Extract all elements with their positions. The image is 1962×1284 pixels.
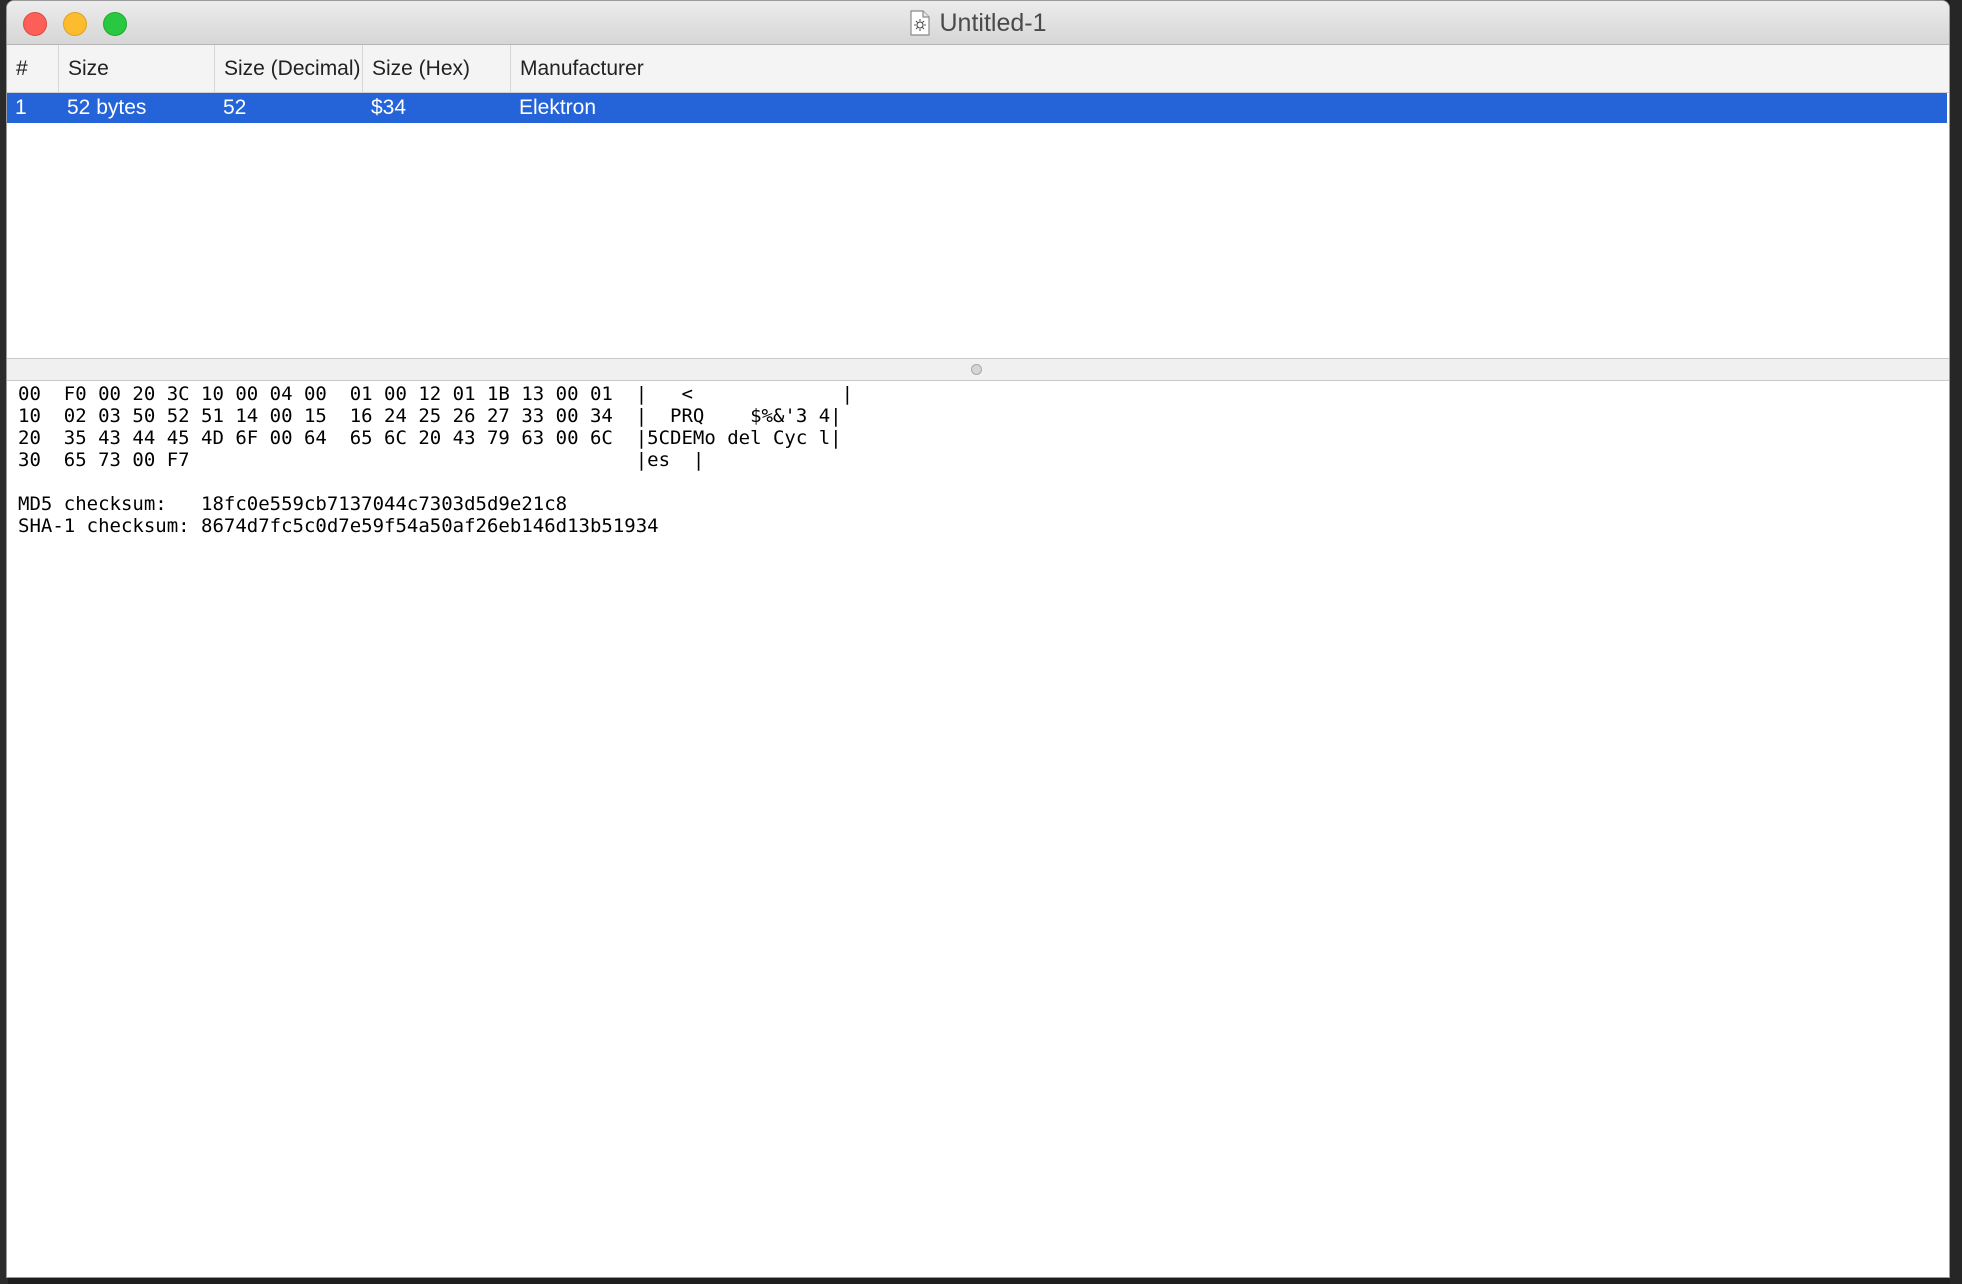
hex-line: 10 02 03 50 52 51 14 00 15 16 24 25 26 2… xyxy=(18,405,842,427)
hex-line: 20 35 43 44 45 4D 6F 00 64 65 6C 20 43 7… xyxy=(18,427,842,449)
column-header-index[interactable]: # xyxy=(7,45,59,93)
divider-grip-icon[interactable] xyxy=(971,364,982,375)
md5-checksum: MD5 checksum: 18fc0e559cb7137044c7303d5d… xyxy=(18,493,568,515)
cell-manufacturer: Elektron xyxy=(519,96,597,119)
cell-size: 52 bytes xyxy=(67,96,147,119)
title-group: Untitled-1 xyxy=(7,1,1949,45)
title-bar[interactable]: Untitled-1 xyxy=(7,1,1949,45)
table-row[interactable]: 1 52 bytes 52 $34 Elektron xyxy=(7,93,1947,123)
table-header: # Size Size (Decimal) Size (Hex) Manufac… xyxy=(7,45,1949,93)
desktop-background-right xyxy=(1950,0,1962,1284)
document-icon xyxy=(909,10,930,36)
column-header-manufacturer[interactable]: Manufacturer xyxy=(511,45,1949,93)
column-header-size-decimal[interactable]: Size (Decimal) xyxy=(215,45,363,93)
split-view-divider[interactable] xyxy=(7,358,1949,381)
hex-line: 00 F0 00 20 3C 10 00 04 00 01 00 12 01 1… xyxy=(18,383,854,405)
window-title: Untitled-1 xyxy=(939,8,1047,37)
document-window: Untitled-1 # Size Size (Decimal) Size (H… xyxy=(6,0,1950,1278)
cell-size-hex: $34 xyxy=(371,96,407,119)
hex-dump-view[interactable]: 00 F0 00 20 3C 10 00 04 00 01 00 12 01 1… xyxy=(7,381,1949,1277)
hex-line: 30 65 73 00 F7 |es | xyxy=(18,449,705,471)
column-header-size[interactable]: Size xyxy=(59,45,215,93)
sha1-checksum: SHA-1 checksum: 8674d7fc5c0d7e59f54a50af… xyxy=(18,515,659,537)
cell-size-decimal: 52 xyxy=(223,96,247,119)
message-table: 1 52 bytes 52 $34 Elektron xyxy=(7,93,1949,358)
column-header-size-hex[interactable]: Size (Hex) xyxy=(363,45,511,93)
cell-index: 1 xyxy=(15,96,27,119)
hex-dump-text: 00 F0 00 20 3C 10 00 04 00 01 00 12 01 1… xyxy=(18,383,853,537)
